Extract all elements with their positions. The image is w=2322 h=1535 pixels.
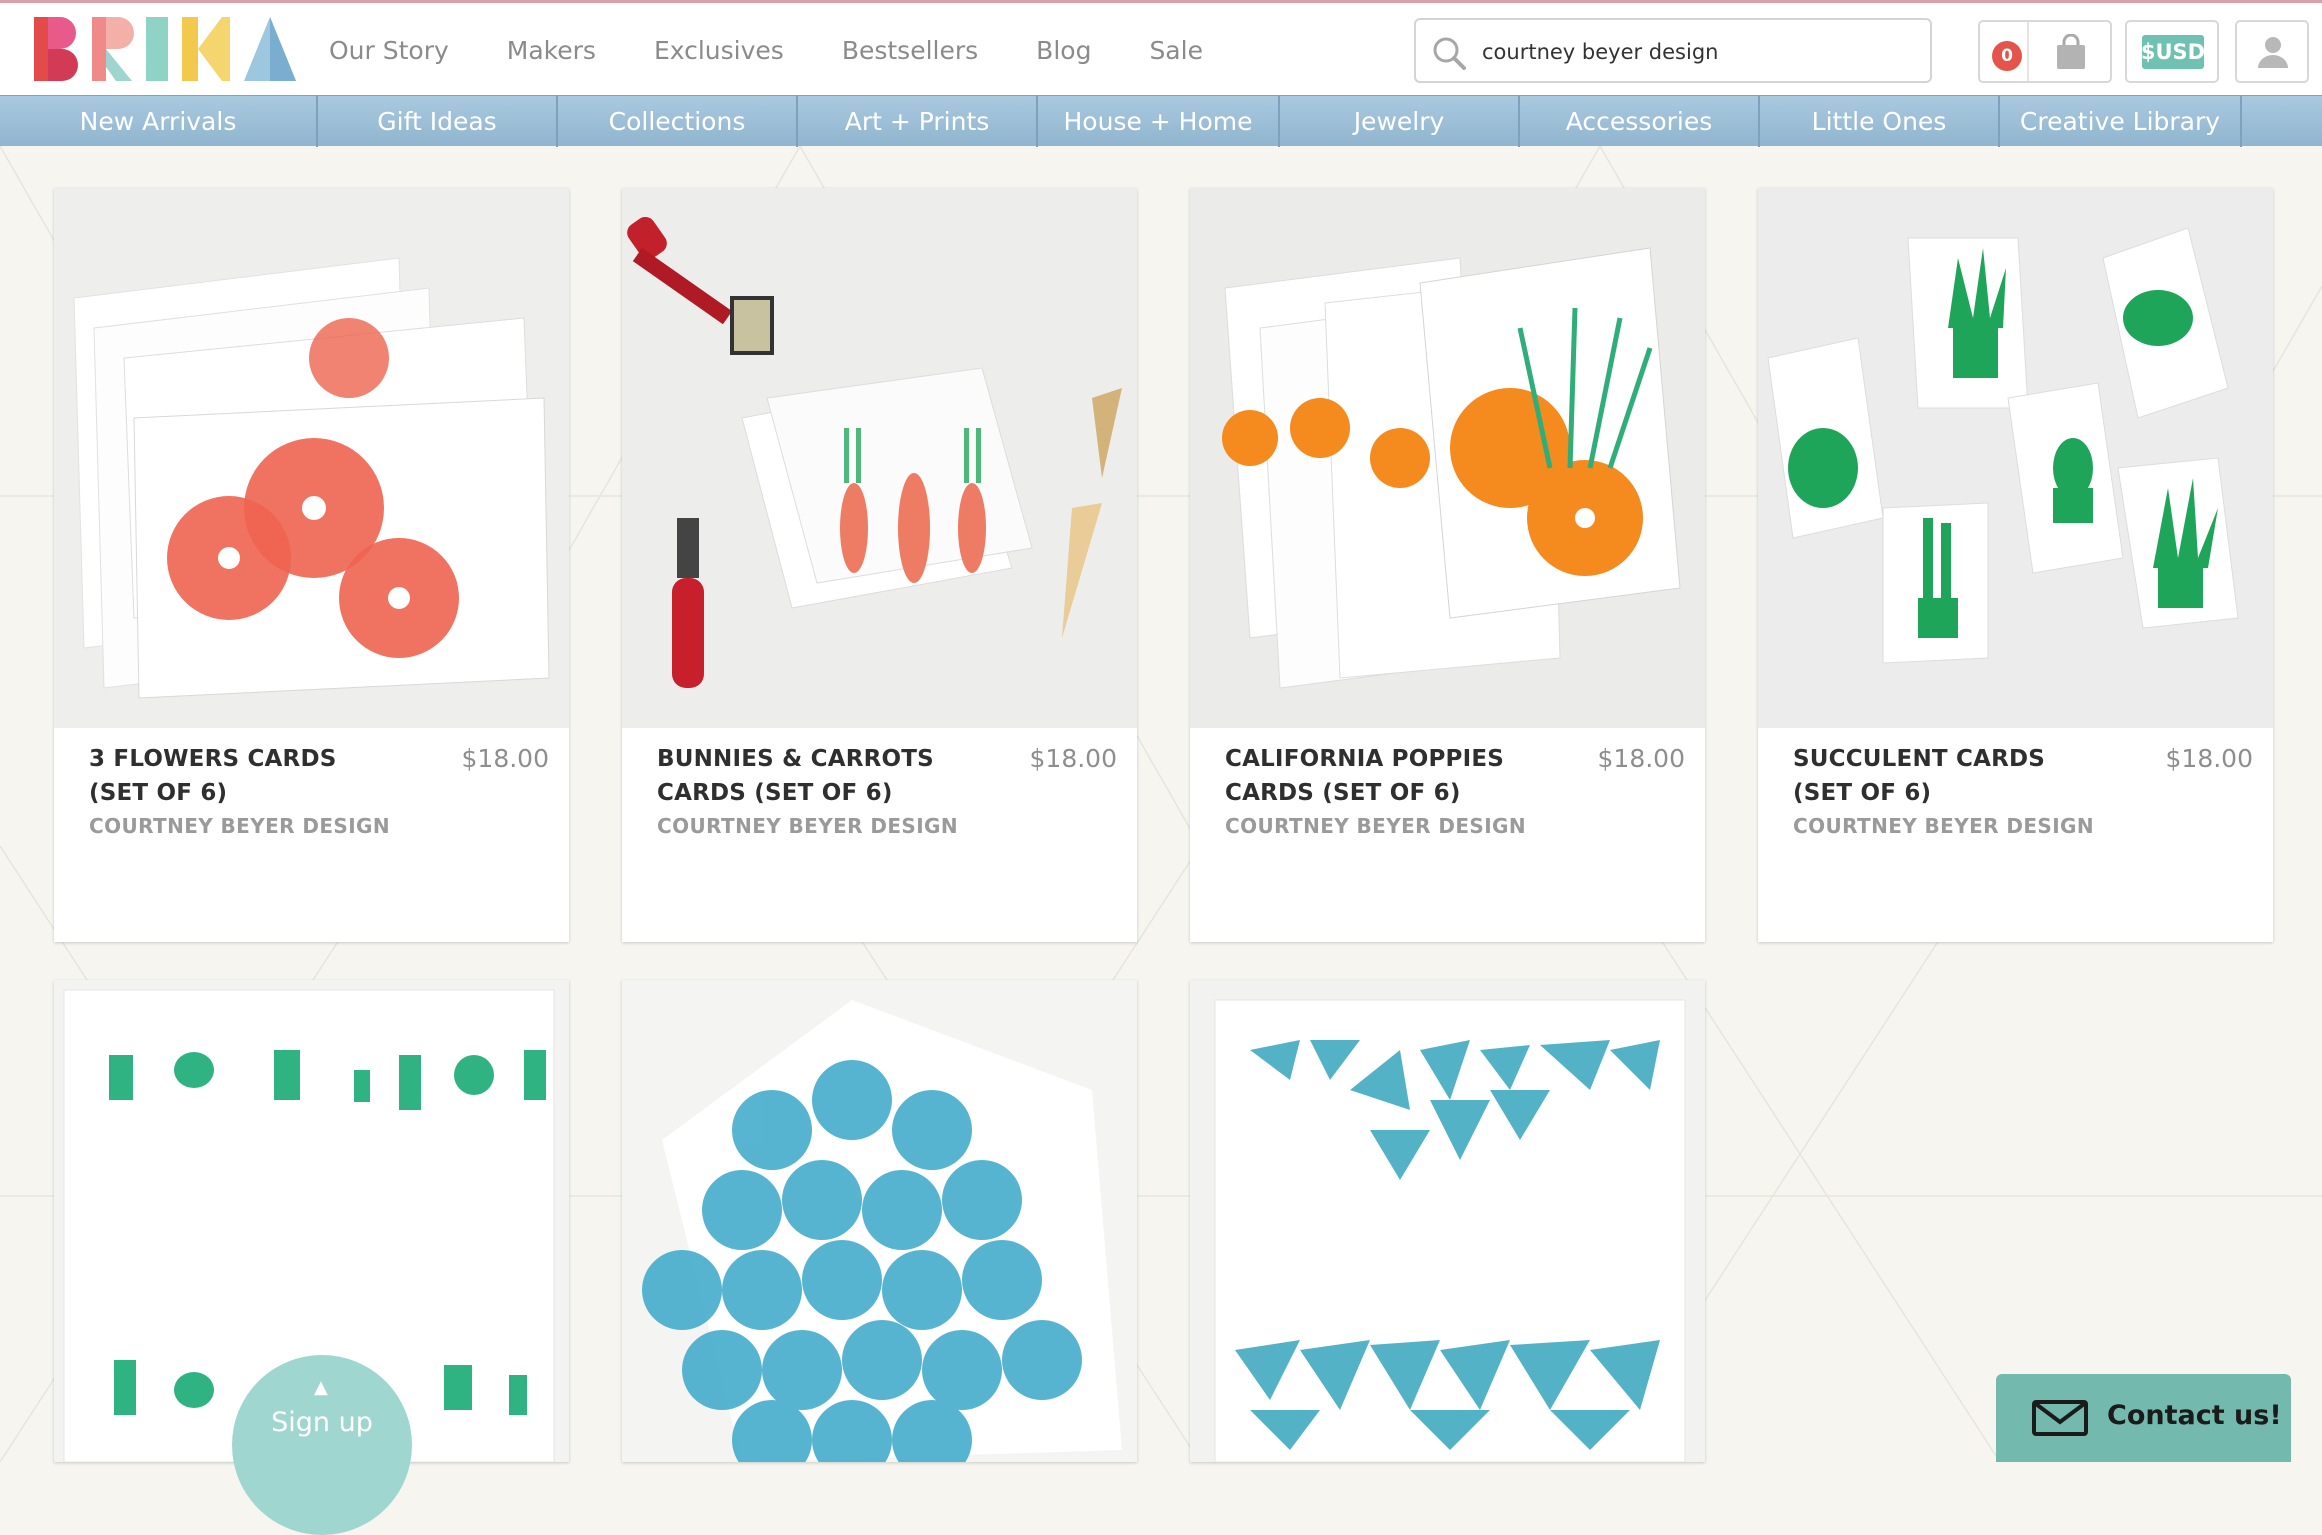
cat-accessories[interactable]: Accessories [1520,96,1760,147]
currency-selector[interactable]: $USD [2125,20,2219,83]
nav-our-story[interactable]: Our Story [329,36,449,65]
cat-new-arrivals[interactable]: New Arrivals [0,96,318,147]
search-box [1414,18,1932,83]
contact-button[interactable]: Contact us! [1996,1374,2291,1462]
search-icon[interactable] [1432,36,1466,70]
product-card[interactable]: 3 FLOWERS CARDS (SET OF 6) $18.00 COURTN… [54,188,569,942]
product-image-flowers[interactable] [54,188,569,728]
product-card[interactable]: CALIFORNIA POPPIES CARDS (SET OF 6) $18.… [1190,188,1705,942]
cat-collections[interactable]: Collections [558,96,798,147]
search-input[interactable] [1480,32,1914,72]
product-card[interactable] [622,980,1137,1462]
product-image-succulents[interactable] [1758,188,2273,728]
envelope-icon [2032,1400,2088,1436]
product-maker[interactable]: COURTNEY BEYER DESIGN [89,814,390,838]
product-card[interactable]: BUNNIES & CARROTS CARDS (SET OF 6) $18.0… [622,188,1137,942]
nav-bestsellers[interactable]: Bestsellers [842,36,978,65]
product-title[interactable]: CALIFORNIA POPPIES CARDS (SET OF 6) [1225,742,1535,810]
contact-label: Contact us! [2107,1400,2282,1431]
cat-gift-ideas[interactable]: Gift Ideas [318,96,558,147]
cart-button[interactable]: 0 [1978,20,2112,83]
site-header: Our Story Makers Exclusives Bestsellers … [0,0,2322,95]
brika-logo[interactable] [34,17,296,81]
top-nav: Our Story Makers Exclusives Bestsellers … [300,3,1232,98]
product-image-bunnies-carrots[interactable] [622,188,1137,728]
cat-jewelry[interactable]: Jewelry [1280,96,1520,147]
currency-label: $USD [2141,35,2205,69]
product-card[interactable]: SUCCULENT CARDS (SET OF 6) $18.00 COURTN… [1758,188,2273,942]
product-title[interactable]: 3 FLOWERS CARDS (SET OF 6) [89,742,399,810]
cat-house-home[interactable]: House + Home [1038,96,1280,147]
product-price: $18.00 [1597,744,1685,773]
product-maker[interactable]: COURTNEY BEYER DESIGN [657,814,958,838]
user-icon [2258,37,2288,68]
product-price: $18.00 [2165,744,2253,773]
product-image-california-poppies[interactable] [1190,188,1705,728]
shopping-bag-icon [2057,34,2085,69]
product-title[interactable]: SUCCULENT CARDS (SET OF 6) [1793,742,2103,810]
product-maker[interactable]: COURTNEY BEYER DESIGN [1225,814,1526,838]
signup-label: Sign up [271,1407,373,1438]
category-nav: New Arrivals Gift Ideas Collections Art … [0,95,2322,147]
product-price: $18.00 [461,744,549,773]
chevron-up-icon: ▲ [314,1377,328,1398]
account-button[interactable] [2235,20,2309,83]
product-image-geometric-towel[interactable] [1190,980,1705,1462]
signup-button[interactable]: ▲ Sign up [232,1355,412,1535]
product-image-scallop-towel[interactable] [622,980,1137,1462]
product-title[interactable]: BUNNIES & CARROTS CARDS (SET OF 6) [657,742,967,810]
product-maker[interactable]: COURTNEY BEYER DESIGN [1793,814,2094,838]
cat-art-prints[interactable]: Art + Prints [798,96,1038,147]
cat-little-ones[interactable]: Little Ones [1760,96,2000,147]
nav-makers[interactable]: Makers [507,36,596,65]
product-price: $18.00 [1029,744,1117,773]
cat-creative-library[interactable]: Creative Library [2000,96,2242,147]
product-card[interactable] [1190,980,1705,1462]
cart-count-badge: 0 [1992,41,2022,71]
nav-sale[interactable]: Sale [1149,36,1203,65]
nav-exclusives[interactable]: Exclusives [654,36,784,65]
nav-blog[interactable]: Blog [1036,36,1091,65]
